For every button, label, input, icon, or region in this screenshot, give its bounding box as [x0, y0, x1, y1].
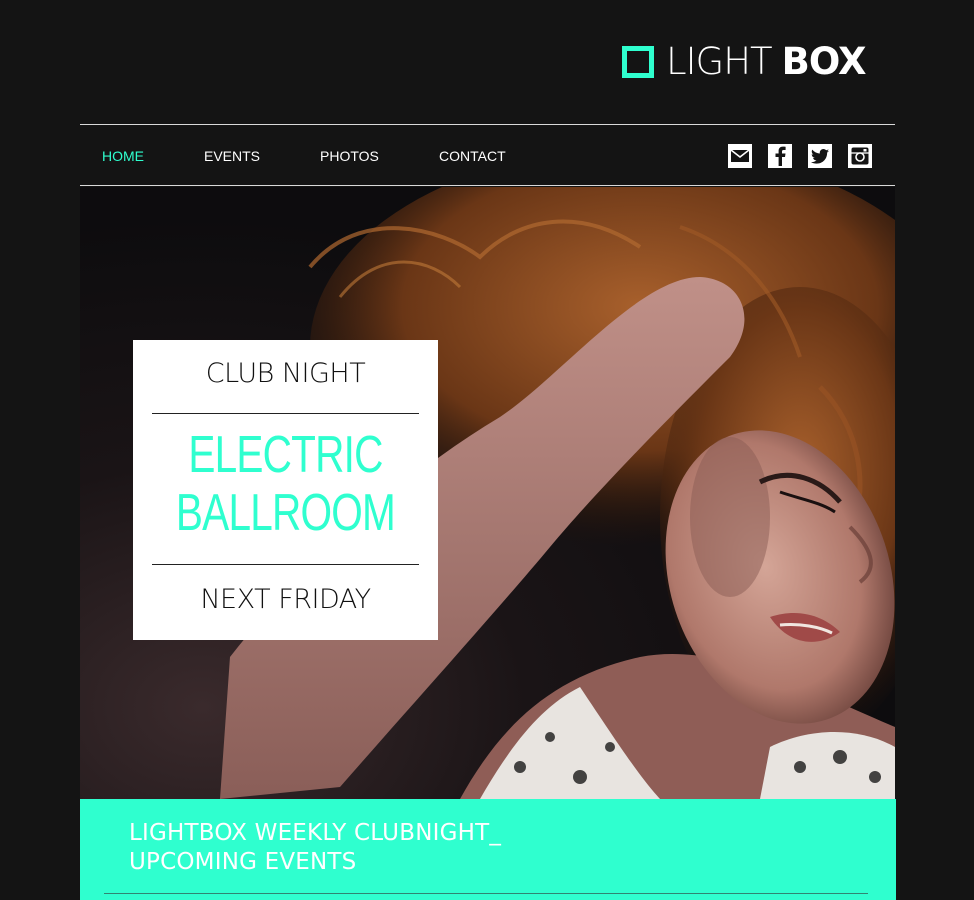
page: LIGHT BOX HOME EVENTS PHOTOS CONTACT CLU…	[0, 0, 974, 900]
nav-contact[interactable]: CONTACT	[439, 125, 506, 187]
promo-divider-bottom	[152, 564, 419, 565]
logo-text-light: LIGHT	[666, 40, 773, 83]
promo-title-line1: ELECTRIC	[188, 426, 383, 484]
nav-photos[interactable]: PHOTOS	[320, 125, 379, 187]
band-heading-line1: LIGHTBOX WEEKLY CLUBNIGHT_	[129, 820, 502, 846]
promo-title-line2: BALLROOM	[175, 484, 396, 542]
hero-banner[interactable]: CLUB NIGHT ELECTRIC BALLROOM NEXT FRIDAY	[80, 187, 895, 799]
promo-divider-top	[152, 413, 419, 414]
facebook-icon[interactable]	[768, 144, 792, 168]
nav-home[interactable]: HOME	[102, 125, 144, 187]
nav-events[interactable]: EVENTS	[204, 125, 260, 187]
upcoming-events-band: LIGHTBOX WEEKLY CLUBNIGHT_ UPCOMING EVEN…	[80, 799, 896, 900]
promo-date: NEXT FRIDAY	[200, 584, 371, 615]
band-heading-line2: UPCOMING EVENTS	[129, 849, 357, 875]
logo-text-box: BOX	[781, 40, 867, 83]
instagram-icon[interactable]	[848, 144, 872, 168]
band-divider	[104, 893, 868, 894]
event-promo-card[interactable]: CLUB NIGHT ELECTRIC BALLROOM NEXT FRIDAY	[133, 340, 438, 640]
promo-subtitle: CLUB NIGHT	[205, 358, 366, 389]
mail-icon[interactable]	[728, 144, 752, 168]
main-nav: HOME EVENTS PHOTOS CONTACT	[80, 124, 895, 186]
twitter-icon[interactable]	[808, 144, 832, 168]
logo-square-icon	[622, 46, 654, 78]
promo-title: ELECTRIC BALLROOM	[167, 426, 405, 542]
site-logo[interactable]: LIGHT BOX	[622, 42, 866, 82]
